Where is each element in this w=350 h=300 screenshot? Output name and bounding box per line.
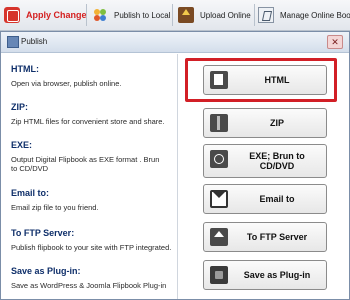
zip-button-label: ZIP bbox=[269, 118, 284, 128]
save-as-plugin-button[interactable]: Save as Plug-in bbox=[203, 260, 327, 290]
plugin-icon bbox=[210, 266, 228, 284]
manage-online-books-label: Manage Online Books bbox=[280, 10, 350, 20]
html-title: HTML: bbox=[11, 64, 39, 74]
publish-to-local-button[interactable]: Publish to Local bbox=[92, 4, 170, 26]
exe-desc: Output Digital Flipbook as EXE format . … bbox=[11, 155, 160, 173]
ftp-server-button[interactable]: To FTP Server bbox=[203, 222, 327, 252]
html-button[interactable]: HTML bbox=[203, 65, 327, 95]
zip-button[interactable]: ZIP bbox=[203, 108, 327, 138]
apply-change-button[interactable]: Apply Change bbox=[4, 4, 87, 26]
column-divider bbox=[177, 54, 178, 299]
email-desc: Email zip file to you friend. bbox=[11, 203, 99, 212]
toolbar-separator bbox=[172, 4, 173, 26]
ftp-upload-icon bbox=[210, 228, 228, 246]
zip-title: ZIP: bbox=[11, 102, 28, 112]
top-toolbar: Apply Change Publish to Local Upload Onl… bbox=[0, 0, 350, 31]
plugin-description: Save as Plug-in: Save as WordPress & Joo… bbox=[11, 266, 181, 290]
plugin-desc: Save as WordPress & Joomla Flipbook Plug… bbox=[11, 281, 167, 290]
manage-online-books-button[interactable]: Manage Online Books bbox=[258, 4, 350, 26]
exe-title: EXE: bbox=[11, 140, 33, 150]
plugin-title: Save as Plug-in: bbox=[11, 266, 81, 276]
publish-to-local-label: Publish to Local bbox=[114, 10, 171, 20]
dialog-titlebar[interactable]: Publish ✕ bbox=[1, 32, 349, 53]
plugin-button-label: Save as Plug-in bbox=[243, 270, 311, 280]
ftp-title: To FTP Server: bbox=[11, 228, 75, 238]
upload-online-button[interactable]: Upload Online bbox=[178, 4, 251, 26]
exe-disc-icon bbox=[210, 150, 228, 168]
toolbar-separator bbox=[254, 4, 255, 26]
exe-description: EXE: Output Digital Flipbook as EXE form… bbox=[11, 140, 161, 173]
exe-button-label: EXE; Brun to CD/DVD bbox=[249, 151, 305, 171]
ftp-button-label: To FTP Server bbox=[246, 232, 308, 242]
ftp-desc: Publish flipbook to your site with FTP i… bbox=[11, 243, 172, 252]
apply-change-icon bbox=[4, 7, 20, 23]
email-title: Email to: bbox=[11, 188, 50, 198]
email-description: Email to: Email zip file to you friend. bbox=[11, 188, 99, 212]
toolbar-separator bbox=[86, 4, 87, 26]
dialog-title: Publish bbox=[21, 37, 48, 46]
zip-icon bbox=[210, 114, 228, 132]
publish-dialog: Publish ✕ HTML: Open via browser, publis… bbox=[0, 31, 350, 300]
close-button[interactable]: ✕ bbox=[327, 35, 343, 49]
zip-description: ZIP: Zip HTML files for convenient store… bbox=[11, 102, 165, 126]
html-desc: Open via browser, publish online. bbox=[11, 79, 122, 88]
zip-desc: Zip HTML files for convenient store and … bbox=[11, 117, 165, 126]
html-description: HTML: Open via browser, publish online. bbox=[11, 64, 121, 88]
html-file-icon bbox=[210, 71, 228, 89]
upload-online-icon bbox=[178, 7, 194, 23]
publish-local-icon bbox=[92, 7, 108, 23]
ftp-description: To FTP Server: Publish flipbook to your … bbox=[11, 228, 181, 252]
apply-change-label: Apply Change bbox=[26, 10, 87, 20]
email-button[interactable]: Email to bbox=[203, 184, 327, 214]
publish-window-icon bbox=[7, 36, 19, 48]
envelope-icon bbox=[210, 190, 228, 208]
upload-online-label: Upload Online bbox=[200, 10, 251, 20]
exe-button[interactable]: EXE; Brun to CD/DVD bbox=[203, 144, 327, 178]
manage-books-icon bbox=[258, 7, 274, 23]
html-button-label: HTML bbox=[264, 75, 290, 85]
email-button-label: Email to bbox=[259, 194, 295, 204]
